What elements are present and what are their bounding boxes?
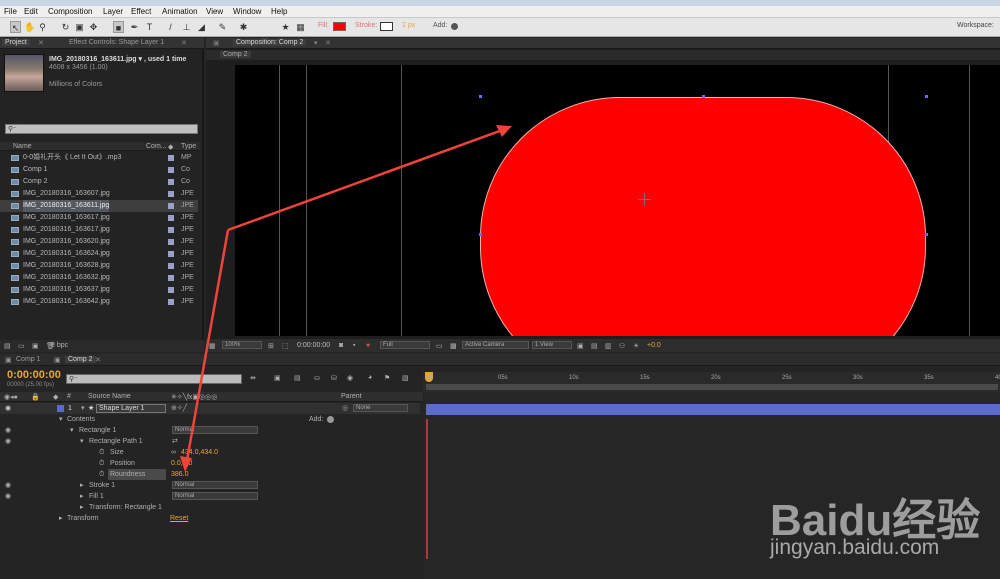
after-effects-window: File Edit Composition Layer Effect Anima… [0, 0, 1000, 579]
watermark-url: jingyan.baidu.com [770, 536, 940, 559]
annotation-arrow-to-roundness [184, 229, 230, 467]
annotation-arrow-to-shape [227, 126, 509, 232]
watermark: Baidu经验 jingyan.baidu.com [756, 484, 1000, 579]
arrowhead [180, 456, 192, 472]
